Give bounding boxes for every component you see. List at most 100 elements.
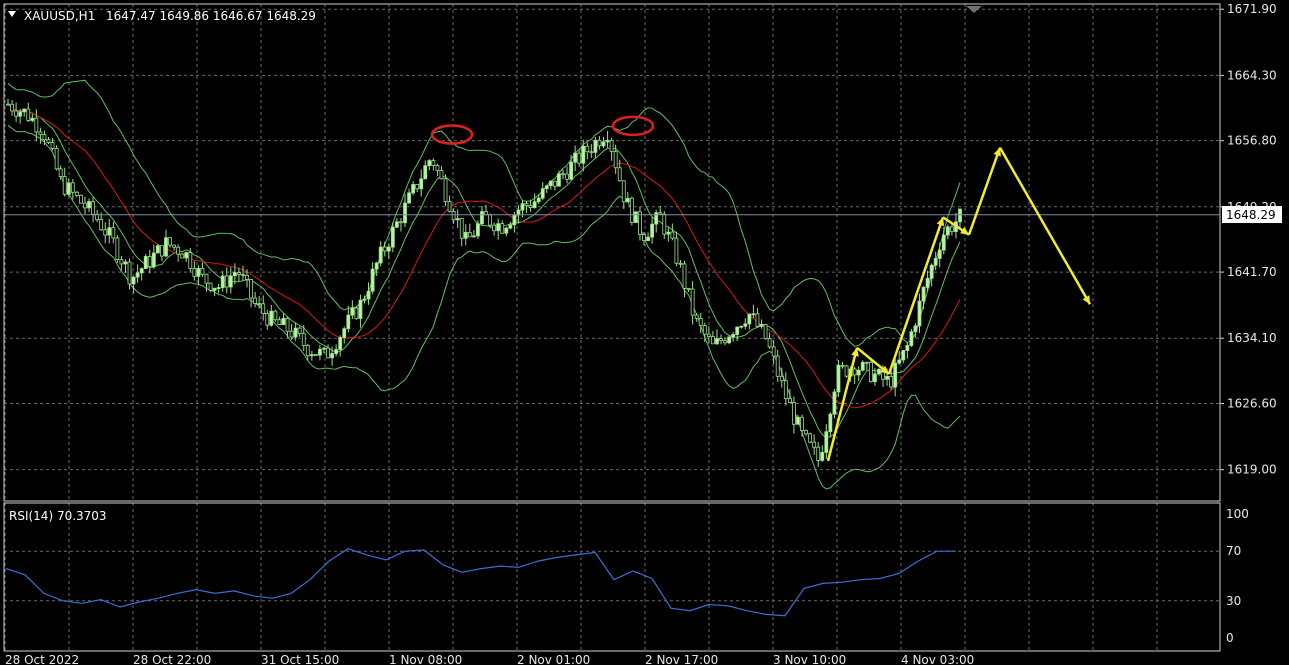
candle-body: [686, 287, 691, 290]
candle-body: [135, 272, 140, 278]
candle-body: [309, 354, 314, 357]
candle-body: [933, 258, 938, 266]
candle-body: [70, 182, 75, 193]
time-tick-label: 2 Nov 17:00: [645, 653, 718, 665]
candle-body: [548, 180, 553, 187]
candle-body: [893, 362, 898, 388]
candle-body: [723, 340, 727, 344]
candle-body: [204, 273, 209, 284]
candle-body: [816, 446, 821, 461]
candle-body: [30, 117, 35, 121]
time-tick-label: 28 Oct 22:00: [133, 653, 211, 665]
candle-body: [237, 272, 241, 275]
candle-body: [488, 214, 492, 226]
symbol-label: XAUUSD,H1: [24, 9, 95, 23]
candle-body: [864, 361, 869, 364]
candle-body: [281, 317, 286, 326]
price-tick-label: 1671.90: [1227, 2, 1277, 16]
candle-body: [569, 161, 573, 180]
candle-body: [771, 346, 776, 357]
candle-body: [354, 307, 359, 319]
candle-body: [471, 235, 476, 238]
candle-body: [905, 345, 910, 351]
rsi-tick-label: 70: [1226, 544, 1241, 558]
candle-body: [350, 307, 355, 316]
candle-body: [577, 152, 582, 164]
candle-body: [670, 231, 675, 239]
candle-body: [435, 165, 440, 171]
candle-body: [22, 108, 27, 113]
candle-body: [719, 338, 723, 342]
candle-body: [26, 108, 31, 121]
candle-body: [909, 331, 914, 346]
rsi-tick-label: 100: [1226, 507, 1249, 521]
time-tick-label: 4 Nov 03:00: [901, 653, 974, 665]
candle-body: [439, 170, 444, 180]
candle-body: [232, 272, 237, 277]
price-tick-label: 1626.60: [1227, 397, 1277, 411]
candle-body: [297, 327, 302, 334]
candle-body: [395, 221, 399, 228]
candle-body: [747, 313, 752, 325]
candle-body: [322, 347, 326, 350]
candle-body: [476, 223, 480, 237]
candle-body: [844, 365, 849, 377]
candle-body: [751, 313, 756, 316]
candle-body: [427, 160, 432, 167]
candle-body: [873, 373, 877, 383]
candle-body: [945, 226, 950, 236]
candle-body: [277, 319, 282, 326]
candle-body: [646, 236, 650, 242]
candle-body: [642, 234, 646, 242]
candle-body: [666, 231, 671, 235]
candle-body: [500, 223, 505, 234]
candle-body: [265, 313, 270, 326]
candle-body: [326, 347, 330, 359]
candle-body: [123, 261, 128, 265]
candle-body: [403, 202, 407, 224]
candle-body: [289, 330, 294, 338]
candle-body: [589, 151, 594, 154]
candle-body: [621, 180, 626, 203]
candle-body: [812, 441, 817, 448]
time-tick-label: 28 Oct 2022: [5, 653, 79, 665]
candle-body: [66, 182, 71, 195]
rsi-tick-label: 0: [1226, 631, 1234, 645]
chart-canvas: 1671.901664.301656.801649.201641.701634.…: [0, 0, 1289, 665]
current-price-value: 1648.29: [1226, 208, 1276, 222]
candle-body: [366, 290, 371, 300]
candle-body: [617, 167, 622, 182]
candle-body: [111, 227, 116, 239]
candle-body: [901, 350, 906, 361]
candle-body: [787, 398, 792, 403]
candle-body: [824, 431, 829, 453]
candle-body: [808, 433, 813, 443]
candle-body: [860, 361, 865, 371]
candle-body: [792, 402, 796, 425]
candle-body: [921, 286, 926, 302]
candle-body: [176, 246, 181, 255]
candle-body: [103, 229, 108, 236]
price-tick-label: 1664.30: [1227, 68, 1277, 82]
candle-body: [889, 375, 894, 388]
candle-body: [937, 249, 942, 259]
candle-body: [342, 328, 347, 338]
candle-body: [897, 359, 902, 364]
ohlc-readout: 1647.47 1649.86 1646.67 1648.29: [106, 9, 316, 23]
candle-body: [852, 368, 857, 376]
candle-body: [224, 275, 229, 288]
candle-body: [431, 160, 436, 166]
candle-body: [836, 364, 841, 393]
time-tick-label: 31 Oct 15:00: [261, 653, 339, 665]
candle-body: [557, 173, 561, 187]
candle-body: [913, 325, 918, 333]
candle-body: [552, 180, 557, 187]
candle-body: [856, 369, 861, 376]
candle-body: [91, 201, 95, 215]
rsi-label: RSI(14) 70.3703: [9, 509, 107, 523]
candle-body: [79, 194, 83, 204]
candle-body: [196, 267, 201, 277]
candle-body: [411, 184, 416, 194]
candle-body: [127, 261, 132, 285]
candle-body: [228, 275, 233, 288]
